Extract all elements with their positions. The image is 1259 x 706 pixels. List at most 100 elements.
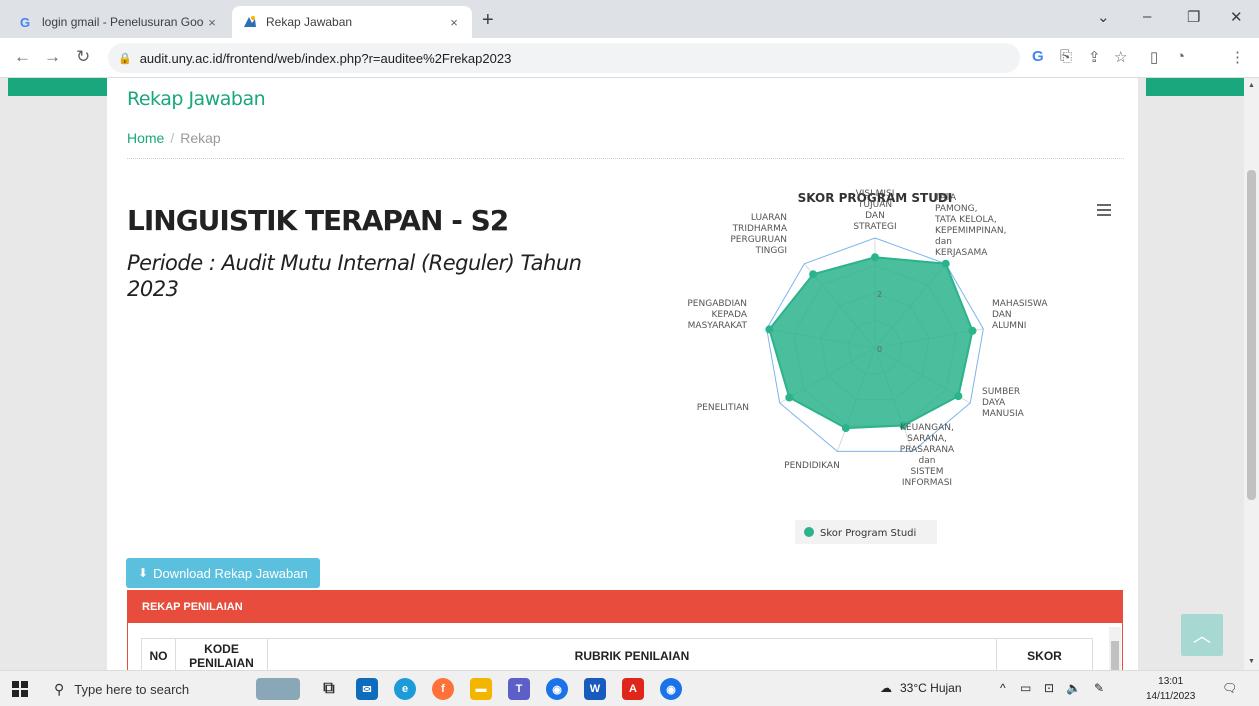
download-label: Download Rekap Jawaban xyxy=(153,565,308,581)
side-panel-icon[interactable]: ▯ xyxy=(1150,48,1158,66)
notification-icon[interactable]: 🗨 xyxy=(1222,681,1237,695)
pen-icon[interactable]: ✎ xyxy=(1094,681,1104,695)
chevron-up-icon: ︿ xyxy=(1193,626,1211,646)
weather-text[interactable]: 33°C Hujan xyxy=(900,681,962,695)
page-title: Rekap Jawaban xyxy=(127,88,266,110)
kebab-menu-icon[interactable]: ⋮ xyxy=(1230,48,1245,66)
teams-icon[interactable]: T xyxy=(508,678,530,700)
google-icon: G xyxy=(18,14,34,30)
legend-marker xyxy=(804,527,814,537)
close-icon[interactable]: × xyxy=(204,15,220,30)
translate-icon[interactable]: ⎘ xyxy=(1060,48,1072,65)
network-icon[interactable]: ⊡ xyxy=(1044,681,1054,695)
back-icon[interactable]: ← xyxy=(14,47,31,67)
minimize-icon[interactable]: – xyxy=(1143,8,1151,25)
tab-bar: G login gmail - Penelusuran Googl × Reka… xyxy=(0,0,1259,38)
address-bar[interactable]: 🔒 audit.uny.ac.id/frontend/web/index.php… xyxy=(108,43,1020,73)
search-highlight-icon[interactable] xyxy=(256,678,300,700)
panel-body: NO KODE PENILAIAN RUBRIK PENILAIAN SKOR xyxy=(128,623,1122,670)
chrome-profile-icon[interactable]: ◉ xyxy=(660,678,682,700)
clock[interactable]: 13:01 14/11/2023 xyxy=(1146,674,1195,704)
tab-title: Rekap Jawaban xyxy=(266,15,353,29)
reload-icon[interactable]: ↻ xyxy=(76,47,90,67)
google-lens-icon[interactable]: G xyxy=(1032,48,1044,65)
search-icon: ⚲ xyxy=(54,680,65,697)
forward-icon[interactable]: → xyxy=(44,47,61,67)
chrome-icon[interactable]: ◉ xyxy=(546,678,568,700)
url-text: audit.uny.ac.id/frontend/web/index.php?r… xyxy=(139,50,512,66)
data-point xyxy=(841,424,850,433)
category-label: PENGABDIAN KEPADA MASYARAKAT xyxy=(687,299,747,331)
page-scrollbar[interactable]: ▲ ▼ xyxy=(1244,78,1259,670)
periode-text: Periode : Audit Mutu Internal (Reguler) … xyxy=(127,251,582,301)
acrobat-icon[interactable]: A xyxy=(622,678,644,700)
data-point xyxy=(968,326,977,335)
category-label: LUARAN TRIDHARMA PERGURUAN TINGGI xyxy=(730,213,788,256)
radial-tick-label: 2 xyxy=(877,290,882,299)
col-skor: SKOR xyxy=(996,638,1093,670)
tab-google-search[interactable]: G login gmail - Penelusuran Googl × xyxy=(8,6,230,38)
time: 13:01 xyxy=(1158,676,1184,687)
mail-icon[interactable]: ✉ xyxy=(356,678,378,700)
tab-title: login gmail - Penelusuran Googl xyxy=(42,15,204,29)
data-point xyxy=(785,393,794,402)
date: 14/11/2023 xyxy=(1146,691,1196,702)
category-label: KEUANGAN, SARANA, PRASARANA dan SISTEM INFORM… xyxy=(900,423,955,488)
task-view-icon[interactable]: ⧉ xyxy=(318,678,340,700)
program-title: LINGUISTIK TERAPAN - S2 xyxy=(127,204,509,237)
chart-menu-icon[interactable] xyxy=(1097,204,1111,219)
rekap-table: NO KODE PENILAIAN RUBRIK PENILAIAN SKOR xyxy=(141,638,1093,670)
panel-title: REKAP PENILAIAN xyxy=(128,591,1122,623)
site-favicon-icon xyxy=(242,14,258,30)
search-placeholder: Type here to search xyxy=(74,681,190,697)
download-icon: ⬇ xyxy=(138,566,149,580)
table-header-row: NO KODE PENILAIAN RUBRIK PENILAIAN SKOR xyxy=(141,638,1093,670)
bookmark-star-icon[interactable]: ☆ xyxy=(1114,48,1127,66)
breadcrumb-separator: / xyxy=(170,130,175,146)
windows-taskbar: ⚲ Type here to search ⧉ ✉ e f ▬ T ◉ W A … xyxy=(0,670,1259,706)
data-point xyxy=(954,392,963,401)
window-close-icon[interactable]: ✕ xyxy=(1230,8,1243,26)
col-no: NO xyxy=(141,638,176,670)
edge-icon[interactable]: e xyxy=(394,678,416,700)
category-label: VISI MISI TUJUAN DAN STRATEGI xyxy=(853,189,896,232)
data-point xyxy=(871,253,879,262)
rekap-panel: REKAP PENILAIAN NO KODE PENILAIAN RUBRIK… xyxy=(127,590,1123,670)
scrollbar-thumb[interactable] xyxy=(1247,170,1256,500)
category-label: MAHASISWA DAN ALUMNI xyxy=(992,299,1048,331)
scroll-up-icon[interactable]: ▲ xyxy=(1248,82,1255,89)
new-tab-button[interactable]: + xyxy=(482,10,494,30)
windows-start-icon[interactable] xyxy=(12,681,28,697)
breadcrumb: Home / Rekap xyxy=(127,130,221,146)
category-label: TATA PAMONG, TATA KELOLA, KEPEMIMPINAN, dan K… xyxy=(934,193,1006,258)
svg-text:G: G xyxy=(20,15,30,29)
weather-icon[interactable]: ☁ xyxy=(880,681,892,695)
tab-rekap-jawaban[interactable]: Rekap Jawaban × xyxy=(232,6,472,38)
radial-tick-label: 0 xyxy=(877,345,882,354)
breadcrumb-current: Rekap xyxy=(180,130,221,146)
data-point xyxy=(809,270,818,279)
table-scrollbar[interactable] xyxy=(1109,627,1121,670)
scroll-down-icon[interactable]: ▼ xyxy=(1248,658,1255,665)
divider xyxy=(127,158,1124,159)
radar-chart: SKOR PROGRAM STUDI02VISI MISI TUJUAN DAN ST… xyxy=(687,189,1048,544)
chevron-up-icon[interactable]: ^ xyxy=(1000,681,1006,695)
restore-icon[interactable]: ❐ xyxy=(1187,8,1200,26)
volume-icon[interactable]: 🔈 xyxy=(1066,681,1081,695)
battery-icon[interactable]: ▭ xyxy=(1020,681,1031,695)
breadcrumb-home-link[interactable]: Home xyxy=(127,130,164,146)
word-icon[interactable]: W xyxy=(584,678,606,700)
profile-icon[interactable]: ◔ xyxy=(1176,48,1185,65)
firefox-icon[interactable]: f xyxy=(432,678,454,700)
file-explorer-icon[interactable]: ▬ xyxy=(470,678,492,700)
header-band xyxy=(8,78,107,96)
category-label: PENDIDIKAN xyxy=(784,461,840,471)
data-point xyxy=(765,325,774,334)
share-icon[interactable]: ⇪ xyxy=(1088,48,1101,66)
back-to-top-button[interactable]: ︿ xyxy=(1181,614,1223,656)
category-label: SUMBER DAYA MANUSIA xyxy=(982,387,1025,419)
taskbar-search[interactable]: ⚲ Type here to search xyxy=(48,675,268,703)
close-icon[interactable]: × xyxy=(446,15,462,30)
download-rekap-button[interactable]: ⬇ Download Rekap Jawaban xyxy=(126,558,320,588)
tab-search-icon[interactable]: ⌄ xyxy=(1097,8,1110,26)
